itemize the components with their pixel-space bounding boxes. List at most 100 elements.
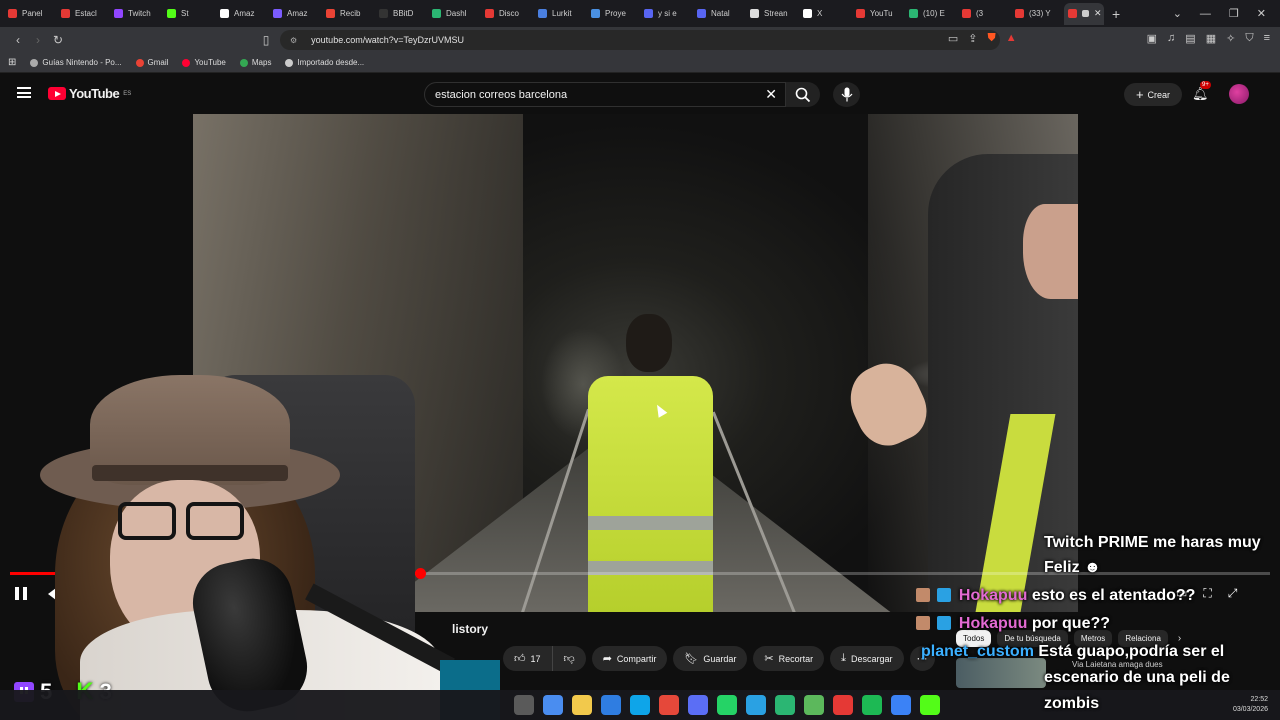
bookmark-item[interactable]: YouTube: [182, 58, 226, 67]
back-button[interactable]: ‹: [8, 33, 28, 47]
taskbar-app-icon[interactable]: [630, 695, 650, 715]
brave-shield-icon[interactable]: ⛊: [988, 32, 996, 45]
browser-tab[interactable]: Twitch: [110, 3, 163, 25]
panel-icon[interactable]: ▤: [1185, 32, 1195, 45]
rewards-icon[interactable]: ▲: [1006, 32, 1017, 45]
share-icon[interactable]: ⇪: [968, 32, 977, 45]
taskbar-app-icon[interactable]: [601, 695, 621, 715]
chevron-down-icon[interactable]: ⌄: [1173, 7, 1182, 20]
taskbar-app-icon[interactable]: [659, 695, 679, 715]
browser-tab[interactable]: Disco: [481, 3, 534, 25]
dislike-button[interactable]: 👎︎: [552, 646, 586, 671]
hat-band: [92, 465, 288, 481]
taskbar-app-icon[interactable]: [572, 695, 592, 715]
video-actions: 👍︎ 17 👎︎ ➦ Compartir 🔖︎ Guardar ✂ Recort…: [503, 646, 935, 671]
music-icon[interactable]: ♫: [1167, 32, 1175, 45]
browser-tab[interactable]: Natal: [693, 3, 746, 25]
tab-favicon-icon: [697, 9, 706, 18]
taskbar-apps: [514, 695, 940, 715]
apps-grid-icon[interactable]: ⊞: [8, 57, 16, 68]
browser-tab[interactable]: Strean: [746, 3, 799, 25]
speaker-icon: [1082, 10, 1089, 17]
tab-label: St: [181, 9, 189, 18]
taskbar-app-icon[interactable]: [920, 695, 940, 715]
maximize-button[interactable]: ❐: [1229, 7, 1239, 20]
browser-tab[interactable]: (3: [958, 3, 1011, 25]
clip-button[interactable]: ✂ Recortar: [753, 646, 825, 671]
close-window-button[interactable]: ✕: [1257, 7, 1266, 20]
taskbar-app-icon[interactable]: [746, 695, 766, 715]
browser-tab[interactable]: Dashl: [428, 3, 481, 25]
account-avatar[interactable]: [1229, 84, 1249, 104]
menu-icon[interactable]: ≡: [1264, 32, 1270, 45]
hamburger-menu-icon[interactable]: [17, 87, 31, 98]
tab-active[interactable]: ✕: [1064, 2, 1104, 25]
tab-label: Strean: [764, 9, 788, 18]
browser-tab[interactable]: Proye: [587, 3, 640, 25]
browser-tab-strip: Panel Estacl Twitch St Amaz Amaz Recib BBitD Das…: [0, 0, 1280, 27]
taskbar-app-icon[interactable]: [804, 695, 824, 715]
bookmark-item[interactable]: Guías Nintendo - Po...: [30, 58, 122, 67]
minimize-button[interactable]: —: [1200, 8, 1211, 20]
share-label: Compartir: [616, 653, 657, 664]
share-button[interactable]: ➦ Compartir: [591, 646, 668, 671]
browser-tab[interactable]: Recib: [322, 3, 375, 25]
taskbar-app-icon[interactable]: [833, 695, 853, 715]
cast-icon[interactable]: ▭: [948, 32, 958, 45]
bookmark-label: Maps: [251, 58, 272, 67]
save-button[interactable]: 🔖︎ Guardar: [673, 646, 748, 671]
bookmark-item[interactable]: Maps: [239, 58, 272, 67]
taskbar-app-icon[interactable]: [862, 695, 882, 715]
taskbar-app-icon[interactable]: [717, 695, 737, 715]
address-bar[interactable]: ⚙ youtube.com/watch?v=TeyDzrUVMSU: [280, 30, 1000, 50]
leo-icon[interactable]: ✧: [1226, 32, 1235, 45]
taskbar-app-icon[interactable]: [514, 695, 534, 715]
clock-time: 22:52: [1250, 696, 1268, 703]
bookmark-item[interactable]: Importado desde...: [285, 58, 364, 67]
taskbar-app-icon[interactable]: [688, 695, 708, 715]
tab-label: Disco: [499, 9, 520, 18]
search-button[interactable]: [786, 82, 820, 107]
browser-tab[interactable]: BBitD: [375, 3, 428, 25]
browser-tab[interactable]: St: [163, 3, 216, 25]
new-tab-button[interactable]: +: [1112, 6, 1120, 22]
browser-tab[interactable]: YouTu: [852, 3, 905, 25]
create-button[interactable]: + Crear: [1124, 83, 1182, 106]
chat-message-3: Hokapuu esto es el atentado??: [916, 587, 1195, 605]
wallet-icon[interactable]: ▦: [1206, 32, 1216, 45]
taskbar-app-icon[interactable]: [891, 695, 911, 715]
site-info-icon[interactable]: ⚙: [290, 36, 297, 45]
download-button[interactable]: ⤓ Descargar: [830, 646, 904, 671]
browser-tab[interactable]: y si e: [640, 3, 693, 25]
related-video-title[interactable]: Via Laietana amaga dues: [1072, 660, 1163, 669]
browser-tab[interactable]: Estacl: [57, 3, 110, 25]
bookmark-star-icon[interactable]: ▯: [256, 33, 276, 47]
search-input[interactable]: estacion correos barcelona ✕: [424, 82, 786, 107]
browser-tab[interactable]: (33) Y: [1011, 3, 1064, 25]
reload-button[interactable]: ↻: [48, 33, 68, 47]
taskbar-app-icon[interactable]: [775, 695, 795, 715]
close-tab-icon[interactable]: ✕: [1094, 8, 1102, 19]
notifications-button[interactable]: 🔔︎ 9+: [1192, 81, 1211, 102]
browser-tab[interactable]: Amaz: [269, 3, 322, 25]
taskbar-app-icon[interactable]: [543, 695, 563, 715]
voice-search-button[interactable]: [833, 82, 860, 107]
youtube-logo[interactable]: YouTube ES: [48, 86, 131, 101]
clear-search-icon[interactable]: ✕: [765, 86, 777, 103]
sidebar-icon[interactable]: ▣: [1147, 32, 1157, 45]
prime-crown-icon: [937, 616, 952, 630]
bookmark-item[interactable]: Gmail: [135, 58, 168, 67]
related-video-thumbnail[interactable]: [956, 658, 1046, 688]
theater-icon[interactable]: ⛶: [1203, 586, 1211, 601]
browser-tab[interactable]: Lurkit: [534, 3, 587, 25]
browser-tab[interactable]: X: [799, 3, 852, 25]
streamer-webcam: [0, 360, 500, 720]
vpn-icon[interactable]: ⛉: [1245, 32, 1253, 45]
browser-tab[interactable]: Panel: [4, 3, 57, 25]
like-button[interactable]: 👍︎ 17: [503, 646, 553, 671]
fullscreen-icon[interactable]: ⤢: [1228, 586, 1238, 601]
browser-tab[interactable]: Amaz: [216, 3, 269, 25]
tab-label: Panel: [22, 9, 43, 18]
browser-tab[interactable]: (10) E: [905, 3, 958, 25]
forward-button[interactable]: ›: [28, 33, 48, 47]
